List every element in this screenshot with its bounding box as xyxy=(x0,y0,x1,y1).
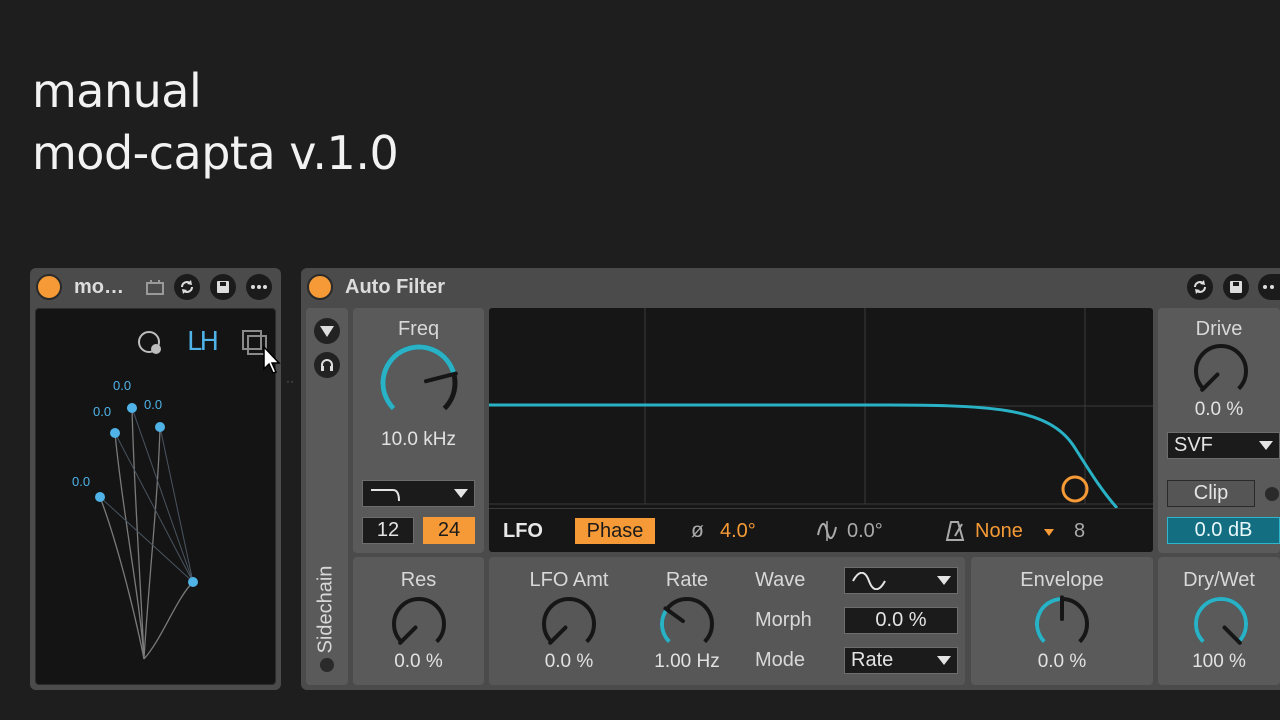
sidechain-label: Sidechain xyxy=(314,565,337,654)
envelope-knob[interactable] xyxy=(1030,595,1094,655)
lfo-controls-section: LFO Amt 0.0 % Rate 1.00 Hz Wave Morph Mo… xyxy=(489,557,965,685)
sidechain-toggle-arrow-icon[interactable] xyxy=(314,318,340,344)
hand-node-middle xyxy=(127,403,137,413)
hand-node-ring xyxy=(110,428,120,438)
device-separator-dots: ·· xyxy=(286,374,294,388)
phase-symbol-icon: ø xyxy=(691,519,704,542)
mode-dropdown[interactable]: Rate xyxy=(844,647,958,674)
sidechain-headphone-icon[interactable] xyxy=(314,352,340,378)
wave-dropdown[interactable] xyxy=(844,567,958,594)
lfo-amt-value: 0.0 % xyxy=(544,651,594,672)
hand-node-thumb xyxy=(188,577,198,587)
sidechain-strip: Sidechain xyxy=(306,308,348,685)
drive-value: 0.0 % xyxy=(1194,399,1244,420)
metronome-icon xyxy=(945,521,965,541)
drive-section: Drive 0.0 % SVF Clip 0.0 dB xyxy=(1158,308,1280,553)
freq-value: 10.0 kHz xyxy=(381,429,456,450)
lfo-row: LFO Phase ø 4.0° 0.0° None 8 xyxy=(489,508,1153,552)
mod-capta-title: mo… xyxy=(74,276,124,298)
auto-filter-title: Auto Filter xyxy=(345,276,445,298)
res-value: 0.0 % xyxy=(394,651,443,672)
lfo-sync-steps[interactable]: 8 xyxy=(1074,520,1085,543)
mod-capta-mapping-icon[interactable] xyxy=(142,274,168,300)
res-knob[interactable] xyxy=(387,595,451,655)
hand-node-value: 0.0 xyxy=(144,397,163,412)
freq-knob[interactable] xyxy=(375,342,463,424)
mode-label: Mode xyxy=(755,649,806,671)
envelope-value: 0.0 % xyxy=(1037,651,1087,672)
dry-wet-label: Dry/Wet xyxy=(1183,569,1255,591)
clip-led xyxy=(1265,487,1279,501)
circuit-dropdown[interactable]: SVF xyxy=(1167,432,1280,459)
envelope-label: Envelope xyxy=(1020,569,1104,591)
lfo-phase-button[interactable]: Phase xyxy=(575,518,655,544)
morph-field[interactable]: 0.0 % xyxy=(844,607,958,634)
drive-knob[interactable] xyxy=(1189,342,1253,402)
slope-12-button[interactable]: 12 xyxy=(362,517,414,544)
hand-skeleton-graph xyxy=(95,403,198,660)
mod-capta-hand-panel[interactable]: LH 0.0 0.0 0.0 0.0 xyxy=(35,308,276,685)
morph-label: Morph xyxy=(755,609,812,631)
lfo-amt-knob[interactable] xyxy=(537,595,601,655)
mod-capta-device: mo… LH 0.0 0.0 0.0 0.0 xyxy=(30,268,281,690)
mod-capta-save-icon[interactable] xyxy=(210,274,236,300)
auto-filter-device: Auto Filter Sidechain Freq 10.0 kHz 12 2… xyxy=(301,268,1280,690)
hand-node-index xyxy=(155,422,165,432)
dry-wet-value: 100 % xyxy=(1192,651,1246,672)
clip-button[interactable]: Clip xyxy=(1167,480,1255,507)
freq-label: Freq xyxy=(397,318,440,340)
wave-label: Wave xyxy=(755,569,806,591)
freq-section: Freq 10.0 kHz 12 24 xyxy=(353,308,484,553)
mod-capta-hot-swap-icon[interactable] xyxy=(174,274,200,300)
res-section: Res 0.0 % xyxy=(353,557,484,685)
drive-label: Drive xyxy=(1195,318,1243,340)
mode-dropdown-value: Rate xyxy=(851,649,894,671)
dry-wet-knob[interactable] xyxy=(1189,595,1253,655)
circuit-dropdown-value: SVF xyxy=(1174,434,1213,456)
lfo-offset-wave-icon xyxy=(817,521,837,541)
page-title-line-1: manual xyxy=(32,64,202,118)
auto-filter-save-icon[interactable] xyxy=(1223,274,1249,300)
hand-node-value: 0.0 xyxy=(72,474,91,489)
filter-response-graph xyxy=(489,308,1153,508)
page-title-line-2: mod-capta v.1.0 xyxy=(32,126,399,180)
lfo-sync-dropdown-arrow-icon[interactable] xyxy=(1044,529,1054,536)
auto-filter-more-icon[interactable] xyxy=(1258,274,1280,300)
rate-value: 1.00 Hz xyxy=(654,651,720,672)
sine-wave-icon xyxy=(852,571,886,590)
sidechain-enable-led[interactable] xyxy=(320,658,334,672)
filter-display[interactable]: LFO Phase ø 4.0° 0.0° None 8 xyxy=(489,308,1153,552)
filter-curve xyxy=(489,403,1119,508)
hand-node-value: 0.0 xyxy=(113,378,132,393)
mouse-cursor-icon xyxy=(263,345,281,374)
filter-type-dropdown[interactable] xyxy=(362,480,475,507)
rate-knob[interactable] xyxy=(655,595,719,655)
auto-filter-hot-swap-icon[interactable] xyxy=(1187,274,1213,300)
lfo-amt-label: LFO Amt xyxy=(529,569,609,591)
slope-24-button[interactable]: 24 xyxy=(423,517,475,544)
lfo-phase-value[interactable]: 4.0° xyxy=(720,520,756,543)
filter-cutoff-handle xyxy=(1061,475,1089,503)
lowpass-shape-icon xyxy=(371,488,400,501)
dry-wet-section: Dry/Wet 100 % xyxy=(1158,557,1280,685)
mod-capta-power-button[interactable] xyxy=(36,274,62,300)
output-gain-field[interactable]: 0.0 dB xyxy=(1167,517,1280,544)
rate-label: Rate xyxy=(665,569,709,591)
hand-node-value: 0.0 xyxy=(93,404,112,419)
lfo-sync-dropdown[interactable]: None xyxy=(975,520,1023,543)
lfo-offset-value[interactable]: 0.0° xyxy=(847,520,883,543)
hand-node-pinky xyxy=(95,492,105,502)
res-label: Res xyxy=(400,569,437,591)
envelope-section: Envelope 0.0 % xyxy=(971,557,1153,685)
mod-capta-more-icon[interactable] xyxy=(246,274,272,300)
auto-filter-power-button[interactable] xyxy=(307,274,333,300)
lfo-label: LFO xyxy=(503,520,543,542)
